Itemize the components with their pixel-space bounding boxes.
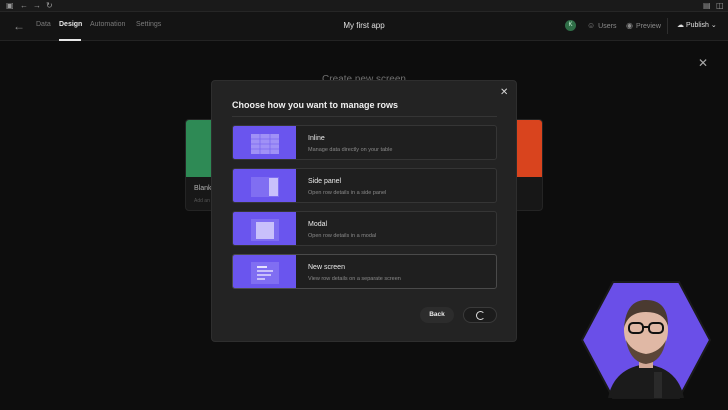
- publish-icon: ☁: [677, 22, 684, 29]
- publish-button[interactable]: ☁ Publish ⌄: [677, 21, 717, 29]
- browser-back-icon[interactable]: ←: [20, 1, 28, 11]
- divider: [232, 116, 497, 117]
- option-modal[interactable]: Modal Open row details in a modal: [232, 211, 497, 246]
- users-label: Users: [598, 23, 617, 30]
- app-title: My first app: [343, 21, 385, 30]
- header-divider: [667, 18, 668, 34]
- modal-title: Choose how you want to manage rows: [232, 100, 399, 110]
- table-icon: [251, 134, 279, 154]
- option-name: New screen: [308, 264, 345, 271]
- option-name: Side panel: [308, 178, 342, 185]
- option-new-screen[interactable]: New screen View row details on a separat…: [232, 254, 497, 289]
- option-description: Open row details in a modal: [308, 233, 377, 239]
- avatar[interactable]: K: [565, 20, 576, 31]
- preview-button[interactable]: ◉ Preview: [626, 21, 661, 30]
- back-button[interactable]: Back: [420, 307, 454, 323]
- preview-label: Preview: [635, 23, 661, 30]
- browser-toolbar: ▣ ← → ↻ ▤ ◫: [0, 0, 728, 12]
- inline-thumbnail: [233, 126, 296, 159]
- card-subtitle: Add an: [194, 198, 210, 204]
- close-overlay-icon[interactable]: ✕: [698, 56, 708, 70]
- option-name: Inline: [308, 135, 325, 142]
- presenter-webcam: [580, 281, 712, 399]
- option-description: Manage data directly on your table: [308, 147, 393, 153]
- option-description: Open row details in a side panel: [308, 190, 387, 196]
- continue-button[interactable]: [463, 307, 497, 323]
- chevron-down-icon: ⌄: [710, 22, 717, 29]
- new-screen-thumbnail: [233, 255, 296, 288]
- side-panel-thumbnail: [233, 169, 296, 202]
- modal-thumbnail: [233, 212, 296, 245]
- card-preview: [514, 120, 542, 177]
- option-description: View row details on a separate screen: [308, 276, 401, 282]
- new-screen-icon: [251, 262, 279, 284]
- option-name: Modal: [308, 221, 328, 228]
- manage-rows-modal: Choose how you want to manage rows ✕ Inl…: [211, 80, 517, 342]
- users-button[interactable]: ☺ Users: [587, 21, 616, 30]
- users-icon: ☺: [587, 21, 596, 30]
- card-label: Blank: [194, 185, 212, 192]
- extensions-icon[interactable]: ◫: [716, 1, 724, 11]
- app-header: ← Data Design Automation Settings My fir…: [0, 12, 728, 41]
- sidebar-toggle-icon[interactable]: ▣: [6, 1, 14, 11]
- publish-label: Publish: [685, 22, 709, 29]
- template-card[interactable]: [513, 119, 543, 211]
- card-preview: [186, 120, 214, 177]
- reload-icon[interactable]: ↻: [46, 1, 53, 11]
- browser-forward-icon[interactable]: →: [33, 1, 41, 11]
- preview-icon: ◉: [626, 21, 633, 30]
- option-inline[interactable]: Inline Manage data directly on your tabl…: [232, 125, 497, 160]
- side-panel-icon: [251, 177, 279, 197]
- option-side-panel[interactable]: Side panel Open row details in a side pa…: [232, 168, 497, 203]
- active-tab-indicator: [59, 39, 81, 41]
- loading-spinner-icon: [476, 311, 485, 320]
- modal-icon: [251, 219, 279, 241]
- close-icon[interactable]: ✕: [500, 87, 508, 98]
- reader-icon[interactable]: ▤: [703, 1, 711, 11]
